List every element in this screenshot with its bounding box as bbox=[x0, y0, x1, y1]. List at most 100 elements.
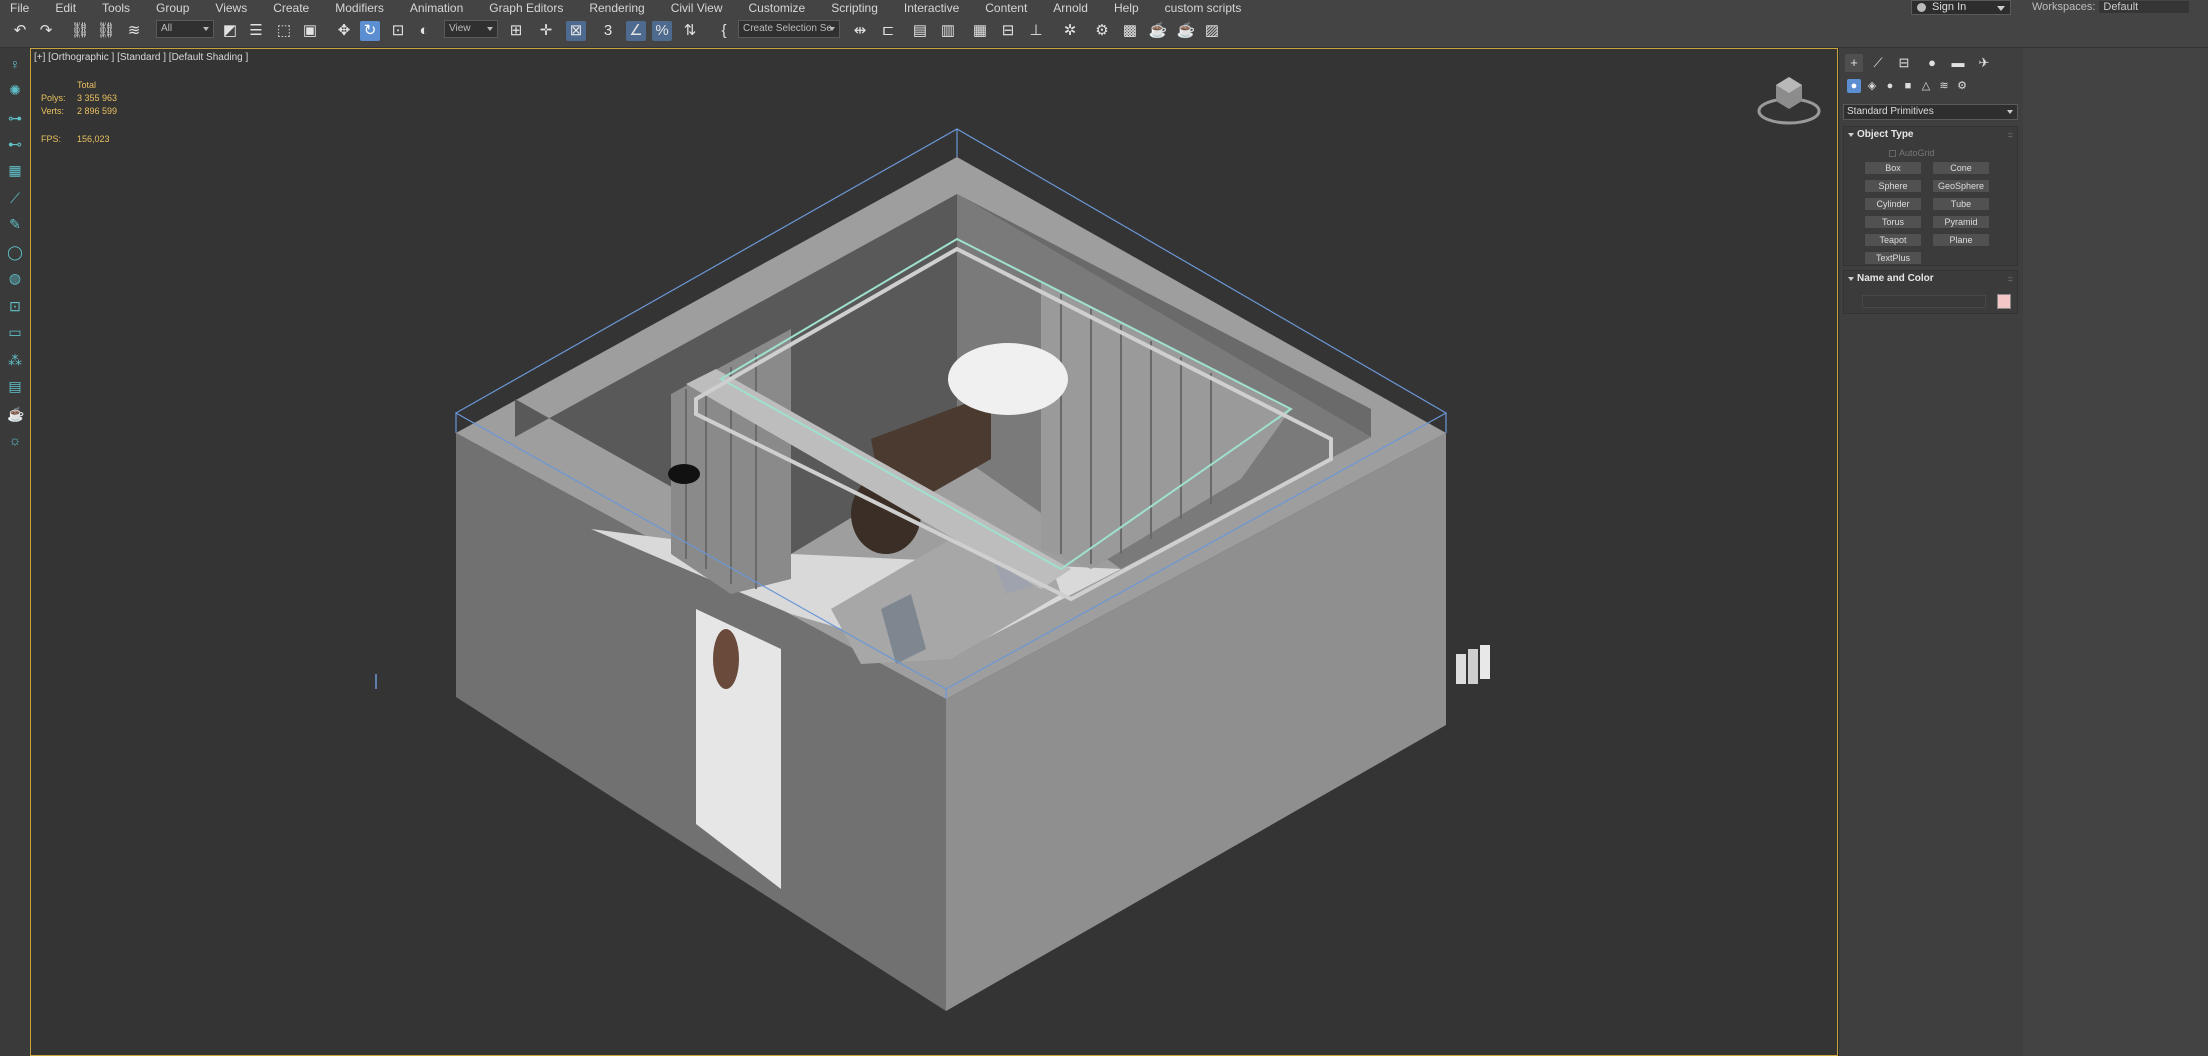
menu-views[interactable]: Views bbox=[205, 1, 247, 15]
unlink-icon[interactable]: ⛓ bbox=[96, 21, 116, 41]
menu-help[interactable]: Help bbox=[1104, 1, 1139, 15]
edit-named-selection-icon[interactable]: { bbox=[714, 21, 734, 41]
menu-interactive[interactable]: Interactive bbox=[894, 1, 959, 15]
snaps-toggle-icon[interactable]: 3 bbox=[598, 21, 618, 41]
room-model[interactable] bbox=[31, 49, 1837, 1055]
select-manipulate-icon[interactable]: ✛ bbox=[536, 21, 556, 41]
screen-icon[interactable]: ▭ bbox=[7, 324, 23, 340]
render-setup-icon[interactable]: ⚙ bbox=[1092, 21, 1112, 41]
name-and-color-header[interactable]: Name and Color bbox=[1844, 271, 2017, 287]
object-name-input[interactable] bbox=[1862, 295, 1986, 308]
menu-scripting[interactable]: Scripting bbox=[821, 1, 878, 15]
workspace-value[interactable]: Default bbox=[2099, 1, 2190, 13]
menu-customize[interactable]: Customize bbox=[739, 1, 806, 15]
menu-file[interactable]: File bbox=[0, 1, 29, 15]
pyramid-button[interactable]: Pyramid bbox=[1932, 215, 1990, 229]
hierarchy-icon[interactable]: ⊷ bbox=[7, 136, 23, 152]
display-tab-icon[interactable]: ▬ bbox=[1949, 54, 1967, 72]
select-by-name-icon[interactable]: ☰ bbox=[246, 21, 266, 41]
object-type-header[interactable]: Object Type bbox=[1844, 127, 2017, 143]
menu-civil-view[interactable]: Civil View bbox=[661, 1, 723, 15]
box-button[interactable]: Box bbox=[1864, 161, 1922, 175]
cameras-icon[interactable]: ■ bbox=[1901, 79, 1915, 93]
create-tab-icon[interactable]: + bbox=[1845, 54, 1863, 72]
menu-arnold[interactable]: Arnold bbox=[1043, 1, 1088, 15]
grid-icon[interactable]: ▤ bbox=[7, 378, 23, 394]
frame-icon[interactable]: ⊡ bbox=[7, 298, 23, 314]
bulb-icon[interactable]: ☼ bbox=[7, 432, 23, 448]
spinner-snap-icon[interactable]: ⇅ bbox=[680, 21, 700, 41]
rotate-icon[interactable]: ↻ bbox=[360, 21, 380, 41]
schematic-view-icon[interactable]: ⊥ bbox=[1026, 21, 1046, 41]
menu-graph-editors[interactable]: Graph Editors bbox=[479, 1, 563, 15]
rectangular-selection-icon[interactable]: ⬚ bbox=[274, 21, 294, 41]
tube-button[interactable]: Tube bbox=[1932, 197, 1990, 211]
teapot-button[interactable]: Teapot bbox=[1864, 233, 1922, 247]
viewcube[interactable] bbox=[1756, 71, 1822, 129]
render-in-cloud-icon[interactable]: ▨ bbox=[1202, 21, 1222, 41]
cylinder-button[interactable]: Cylinder bbox=[1864, 197, 1922, 211]
sign-in-button[interactable]: Sign In bbox=[1911, 0, 2011, 15]
angle-snap-icon[interactable]: ∠ bbox=[626, 21, 646, 41]
render-production-icon[interactable]: ☕ bbox=[1148, 21, 1168, 41]
primitive-category-dropdown[interactable]: Standard Primitives bbox=[1843, 104, 2018, 120]
modify-tab-icon[interactable]: ⟋ bbox=[1869, 54, 1887, 72]
mirror-icon[interactable]: ⇹ bbox=[850, 21, 870, 41]
table-icon[interactable]: ▦ bbox=[7, 162, 23, 178]
helpers-icon[interactable]: △ bbox=[1919, 79, 1933, 93]
light-bulb-icon[interactable]: ✺ bbox=[7, 82, 23, 98]
align-icon[interactable]: ⊏ bbox=[878, 21, 898, 41]
motion-tab-icon[interactable]: ● bbox=[1923, 54, 1941, 72]
bind-space-warp-icon[interactable]: ≋ bbox=[124, 21, 144, 41]
sphere-icon[interactable]: ◍ bbox=[7, 270, 23, 286]
sphere-button[interactable]: Sphere bbox=[1864, 179, 1922, 193]
place-icon[interactable]: ◐ bbox=[414, 21, 434, 41]
viewport-orthographic[interactable]: [+] [Orthographic ] [Standard ] [Default… bbox=[30, 48, 1838, 1056]
circle-icon[interactable]: ◯ bbox=[7, 244, 23, 260]
geometry-icon[interactable]: ● bbox=[1847, 79, 1861, 93]
create-light-icon[interactable]: ♀ bbox=[7, 56, 23, 72]
lights-icon[interactable]: ● bbox=[1883, 79, 1897, 93]
scene-explorer-icon[interactable]: ▤ bbox=[910, 21, 930, 41]
menu-tools[interactable]: Tools bbox=[92, 1, 130, 15]
utilities-tab-icon[interactable]: ✈ bbox=[1975, 54, 1993, 72]
scale-icon[interactable]: ⊡ bbox=[388, 21, 408, 41]
object-color-swatch[interactable] bbox=[1997, 294, 2011, 309]
menu-rendering[interactable]: Rendering bbox=[579, 1, 644, 15]
menu-modifiers[interactable]: Modifiers bbox=[325, 1, 384, 15]
geosphere-button[interactable]: GeoSphere bbox=[1932, 179, 1990, 193]
link-icon[interactable]: ⛓ bbox=[70, 21, 90, 41]
toggle-ribbon-icon[interactable]: ▦ bbox=[970, 21, 990, 41]
hierarchy-tab-icon[interactable]: ⊟ bbox=[1895, 54, 1913, 72]
material-editor-icon[interactable]: ✲ bbox=[1060, 21, 1080, 41]
autogrid-checkbox[interactable]: AutoGrid bbox=[1889, 148, 1935, 158]
curve-editor-icon[interactable]: ⊟ bbox=[998, 21, 1018, 41]
layer-explorer-icon[interactable]: ▥ bbox=[938, 21, 958, 41]
menu-group[interactable]: Group bbox=[146, 1, 189, 15]
pen-icon[interactable]: ✎ bbox=[7, 216, 23, 232]
torus-button[interactable]: Torus bbox=[1864, 215, 1922, 229]
redo-icon[interactable]: ↷ bbox=[36, 21, 56, 41]
shapes-icon[interactable]: ◈ bbox=[1865, 79, 1879, 93]
selection-filter-dropdown[interactable]: All bbox=[156, 20, 214, 38]
space-warps-icon[interactable]: ≋ bbox=[1937, 79, 1951, 93]
menu-content[interactable]: Content bbox=[975, 1, 1027, 15]
pivot-center-icon[interactable]: ⊞ bbox=[506, 21, 526, 41]
teapot-icon[interactable]: ☕ bbox=[7, 406, 24, 422]
particles-icon[interactable]: ⁂ bbox=[7, 352, 23, 368]
workspaces-selector[interactable]: Workspaces: Default bbox=[2032, 1, 2190, 13]
window-crossing-icon[interactable]: ▣ bbox=[300, 21, 320, 41]
percent-snap-icon[interactable]: % bbox=[652, 21, 672, 41]
select-object-icon[interactable]: ◩ bbox=[220, 21, 240, 41]
scene-tree-icon[interactable]: ⊶ bbox=[7, 110, 23, 126]
named-selection-set-dropdown[interactable]: Create Selection Se bbox=[738, 20, 840, 38]
reference-coordinate-dropdown[interactable]: View bbox=[444, 20, 498, 38]
cone-button[interactable]: Cone bbox=[1932, 161, 1990, 175]
keyboard-shortcut-override-icon[interactable]: ⊠ bbox=[566, 21, 586, 41]
menu-edit[interactable]: Edit bbox=[45, 1, 76, 15]
undo-icon[interactable]: ↶ bbox=[10, 21, 30, 41]
render-activeshade-icon[interactable]: ☕ bbox=[1176, 21, 1196, 41]
menu-create[interactable]: Create bbox=[263, 1, 309, 15]
move-icon[interactable]: ✥ bbox=[334, 21, 354, 41]
systems-icon[interactable]: ⚙ bbox=[1955, 79, 1969, 93]
